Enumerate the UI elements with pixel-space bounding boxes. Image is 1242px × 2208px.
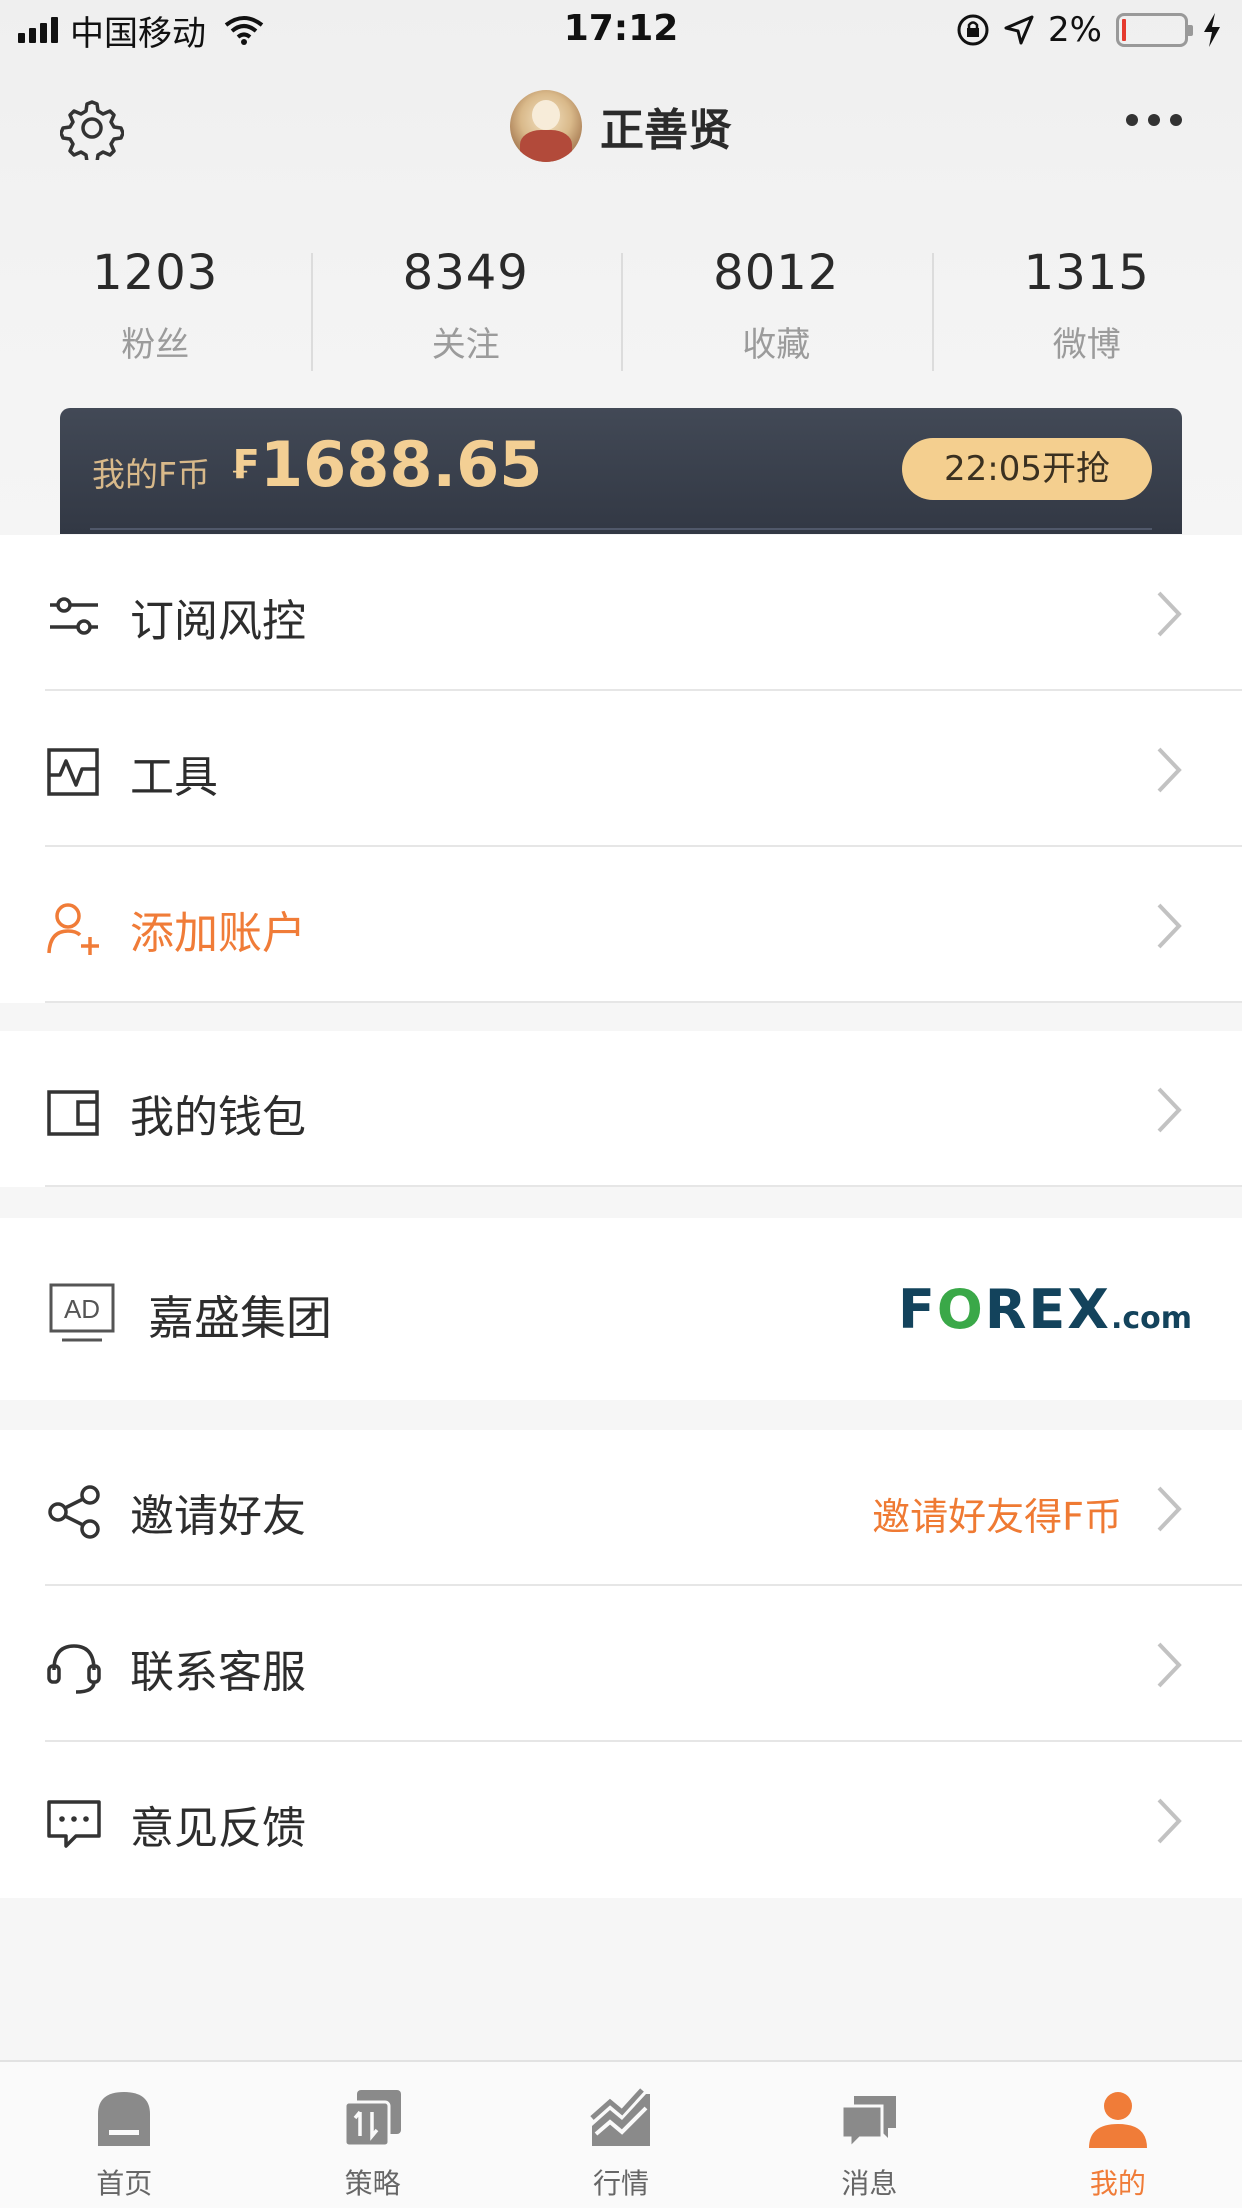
headset-icon xyxy=(47,1644,101,1694)
stat-favorites[interactable]: 8012 收藏 xyxy=(621,245,932,375)
chevron-right-icon xyxy=(1157,1642,1182,1688)
invite-reward-text: 邀请好友得F币 xyxy=(872,1495,1122,1539)
message-icon xyxy=(840,2096,897,2150)
home-icon xyxy=(98,2092,151,2146)
chevron-right-icon xyxy=(1157,1798,1182,1844)
add-user-icon xyxy=(47,903,99,955)
chevron-right-icon xyxy=(1157,903,1182,949)
tab-label: 首页 xyxy=(96,2167,153,2200)
battery-percent: 2% xyxy=(1048,10,1102,50)
coin-label: 我的F币 xyxy=(92,455,210,494)
profile-icon xyxy=(1088,2092,1147,2148)
feedback-icon xyxy=(47,1800,101,1848)
stat-label: 微博 xyxy=(1052,325,1121,365)
stat-value: 8012 xyxy=(713,245,840,301)
stat-label: 关注 xyxy=(431,325,500,365)
stats-bar: 1203 粉丝 8349 关注 8012 收藏 1315 微博 xyxy=(0,245,1242,375)
tab-home[interactable]: 首页 xyxy=(0,2062,248,2208)
tab-profile[interactable]: 我的 xyxy=(994,2062,1242,2208)
tab-label: 我的 xyxy=(1089,2167,1146,2200)
tab-label: 策略 xyxy=(344,2167,401,2200)
share-icon xyxy=(48,1485,100,1539)
stat-value: 8349 xyxy=(402,245,529,301)
menu-item-customer-service[interactable]: 联系客服 xyxy=(0,1586,1242,1742)
card-divider xyxy=(90,528,1152,530)
chart-tool-icon xyxy=(47,748,99,796)
profile-page: 中国移动 17:12 2% 正善贤 1203 粉丝 8349 关注 8012 收… xyxy=(0,0,1242,2208)
menu-item-add-account[interactable]: 添加账户 xyxy=(0,847,1242,1003)
more-options-icon[interactable] xyxy=(1126,114,1182,126)
forex-logo: FOREX.com xyxy=(898,1278,1192,1341)
chevron-right-icon xyxy=(1157,591,1182,637)
coin-symbol: ₣ xyxy=(230,442,258,488)
stat-followers[interactable]: 1203 粉丝 xyxy=(0,245,311,375)
menu-item-invite[interactable]: 邀请好友 邀请好友得F币 xyxy=(0,1430,1242,1586)
stat-value: 1315 xyxy=(1023,245,1150,301)
ad-icon: AD xyxy=(49,1283,115,1342)
menu-item-label: 工具 xyxy=(130,752,218,803)
bottom-tab-bar: 首页 策略 行情 消息 我的 xyxy=(0,2060,1242,2208)
menu-item-label: 联系客服 xyxy=(130,1647,306,1698)
market-icon xyxy=(590,2088,651,2146)
tab-messages[interactable]: 消息 xyxy=(745,2062,993,2208)
battery-icon xyxy=(1116,13,1193,47)
ad-section: AD 嘉盛集团 FOREX.com xyxy=(0,1218,1242,1400)
ad-banner[interactable]: AD 嘉盛集团 FOREX.com xyxy=(0,1218,1242,1400)
menu-item-label: 意见反馈 xyxy=(130,1803,306,1854)
tab-market[interactable]: 行情 xyxy=(497,2062,745,2208)
menu-item-feedback[interactable]: 意见反馈 xyxy=(0,1742,1242,1898)
divider xyxy=(45,1001,1242,1003)
chevron-right-icon xyxy=(1157,1486,1182,1532)
strategy-icon xyxy=(343,2090,401,2148)
coin-amount: 1688.65 xyxy=(260,428,543,501)
profile-header: 中国移动 17:12 2% 正善贤 1203 粉丝 8349 关注 8012 收… xyxy=(0,0,1242,535)
chevron-right-icon xyxy=(1157,747,1182,793)
menu-item-wallet[interactable]: 我的钱包 xyxy=(0,1031,1242,1187)
chevron-right-icon xyxy=(1157,1087,1182,1133)
menu-item-subscribe-risk[interactable]: 订阅风控 xyxy=(0,535,1242,691)
menu-group-2: 我的钱包 xyxy=(0,1031,1242,1187)
ad-label: 嘉盛集团 xyxy=(148,1291,332,1345)
tab-label: 行情 xyxy=(593,2167,650,2200)
menu-item-label: 订阅风控 xyxy=(130,596,306,647)
menu-group-1: 订阅风控 工具 添加账户 xyxy=(0,535,1242,1003)
tab-strategy[interactable]: 策略 xyxy=(248,2062,496,2208)
divider xyxy=(45,1185,1242,1187)
menu-item-label: 我的钱包 xyxy=(130,1092,306,1143)
menu-item-label: 添加账户 xyxy=(130,908,306,959)
menu-item-label: 邀请好友 xyxy=(130,1491,306,1542)
username: 正善贤 xyxy=(600,105,732,156)
profile-identity[interactable]: 正善贤 xyxy=(0,90,1242,162)
menu-item-tools[interactable]: 工具 xyxy=(0,691,1242,847)
avatar[interactable] xyxy=(510,90,582,162)
tab-label: 消息 xyxy=(841,2167,898,2200)
stat-weibo[interactable]: 1315 微博 xyxy=(931,245,1242,375)
rotation-lock-icon xyxy=(957,14,989,46)
charging-icon xyxy=(1204,13,1220,47)
status-bar: 中国移动 17:12 2% xyxy=(0,0,1242,60)
coin-card[interactable]: 我的F币 ₣ 1688.65 22:05开抢 xyxy=(60,408,1182,534)
wallet-icon xyxy=(47,1090,99,1136)
svg-text:AD: AD xyxy=(64,1294,100,1324)
top-bar: 正善贤 xyxy=(0,78,1242,174)
stat-label: 粉丝 xyxy=(121,325,190,365)
status-right: 2% xyxy=(956,8,1222,52)
grab-coin-button[interactable]: 22:05开抢 xyxy=(902,438,1152,500)
stat-value: 1203 xyxy=(92,245,219,301)
stat-following[interactable]: 8349 关注 xyxy=(310,245,622,375)
menu-group-3: 邀请好友 邀请好友得F币 联系客服 意见反馈 xyxy=(0,1430,1242,1898)
location-icon xyxy=(1004,15,1034,45)
stat-label: 收藏 xyxy=(742,325,811,365)
sliders-icon xyxy=(50,597,98,635)
